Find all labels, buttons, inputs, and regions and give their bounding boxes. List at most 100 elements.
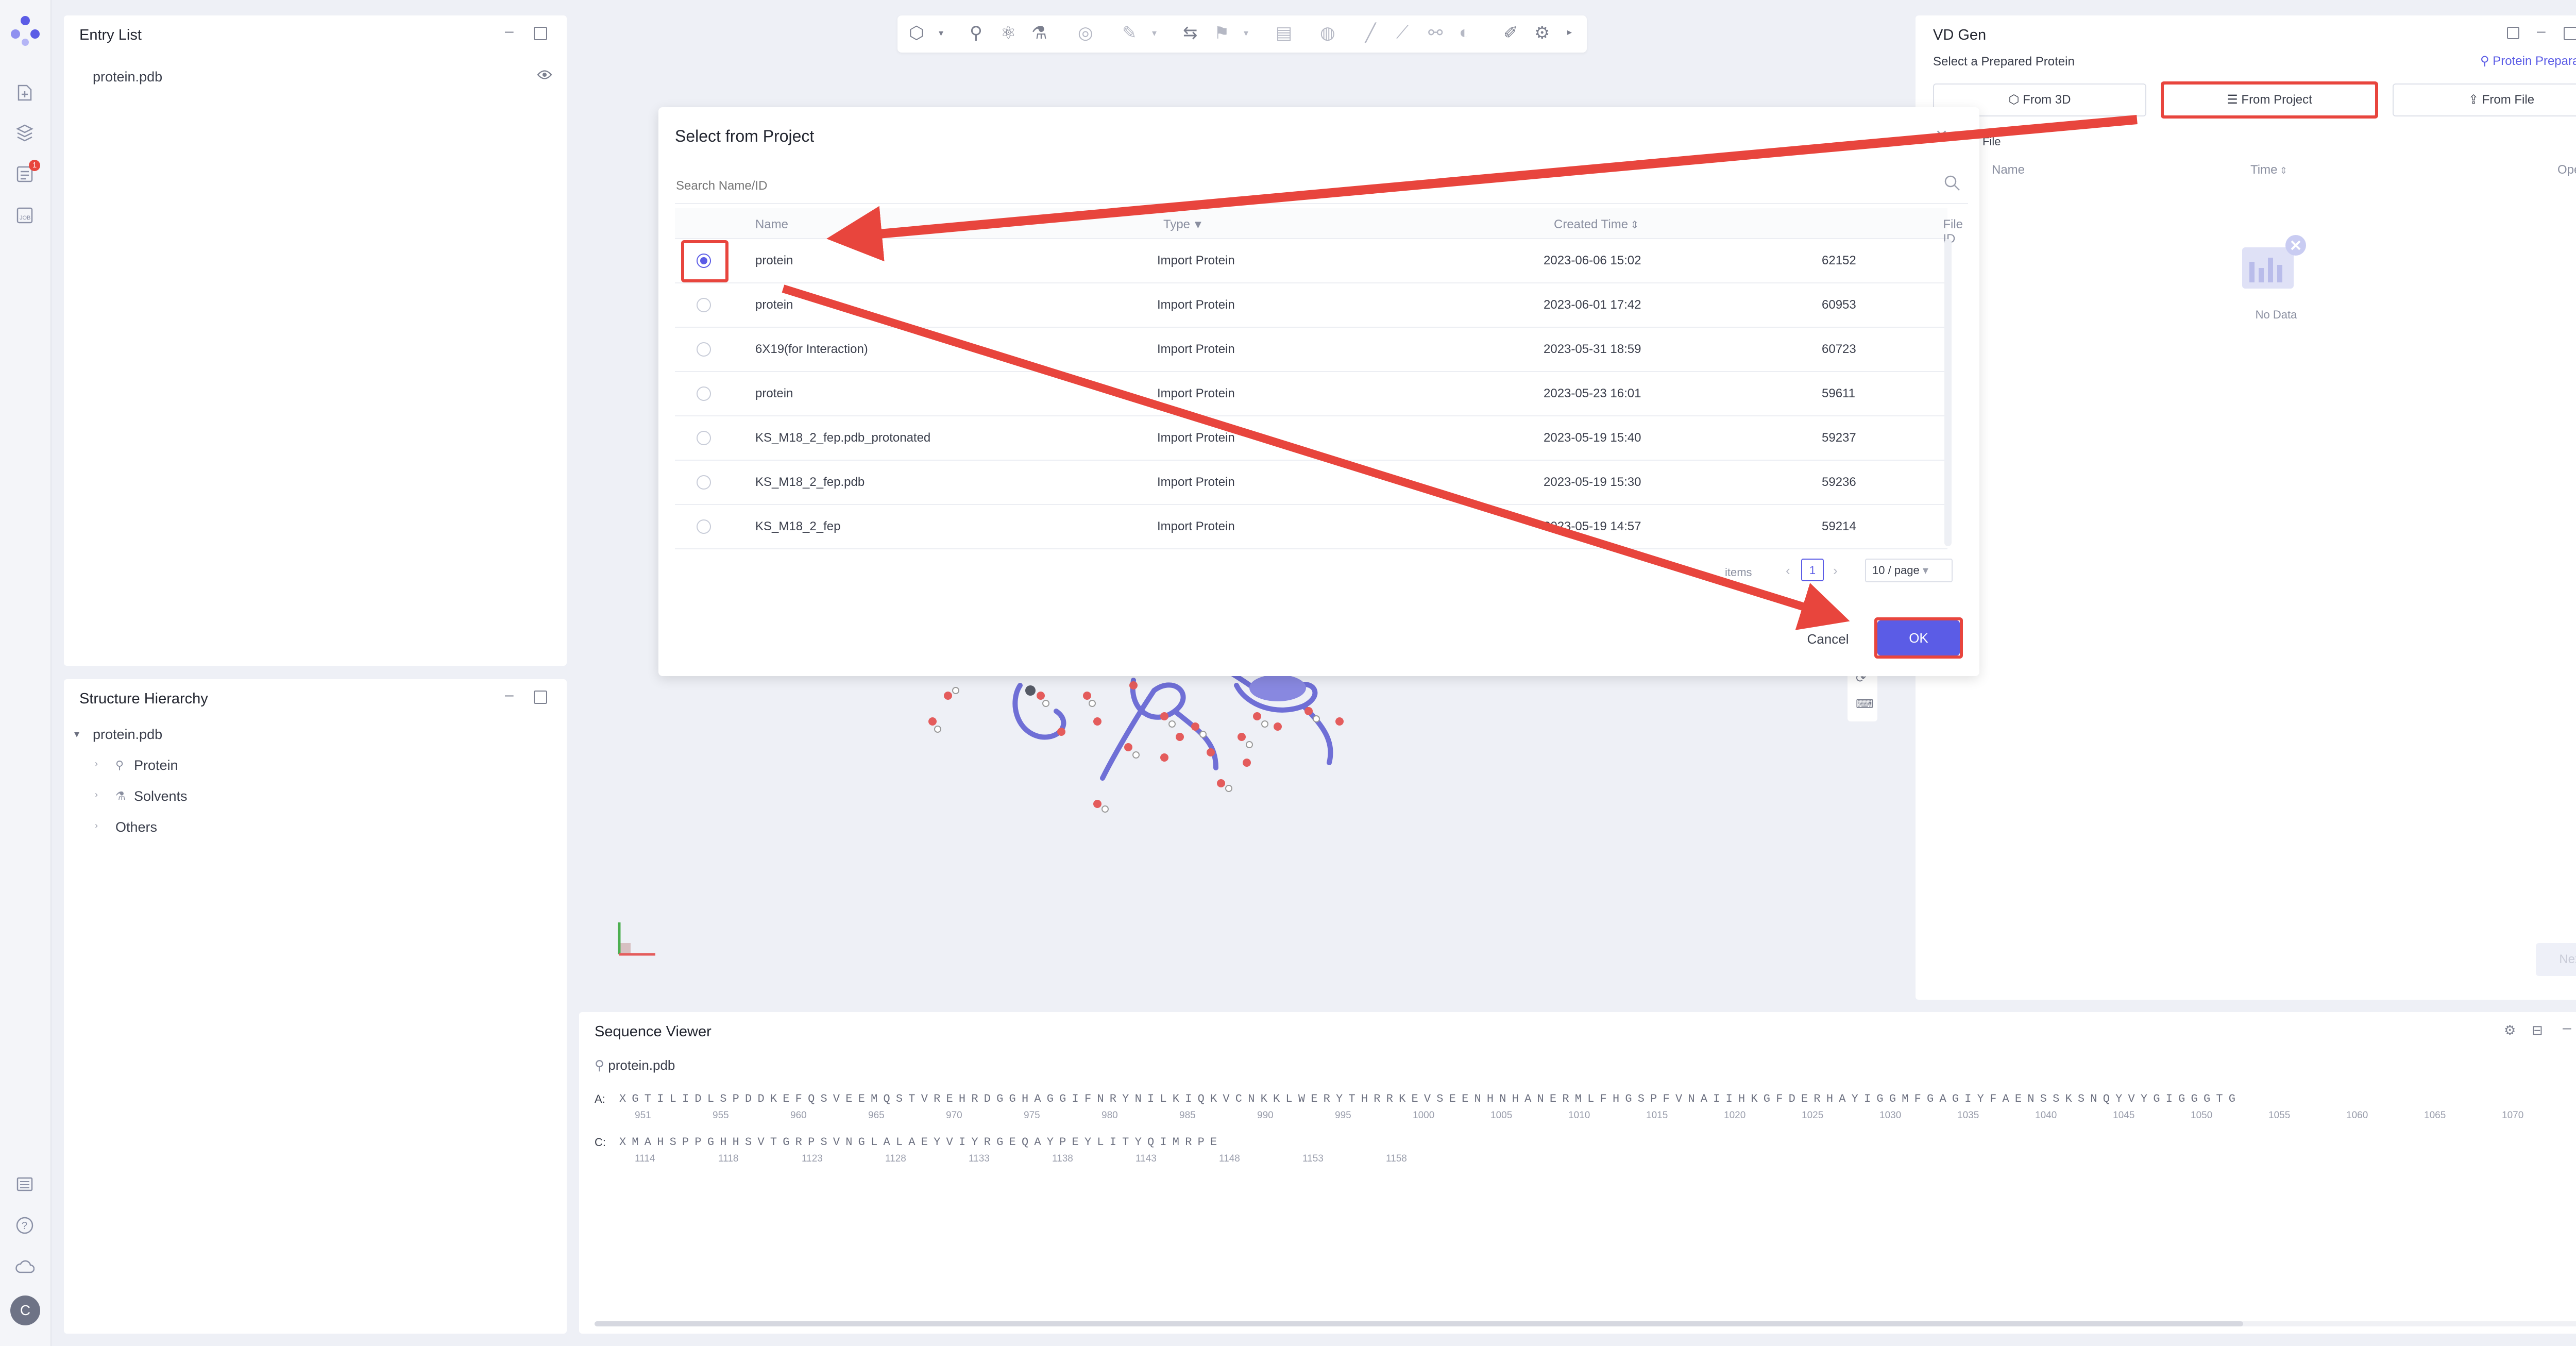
search-input[interactable] (675, 175, 1913, 197)
flask-icon[interactable]: ⚗ (1031, 23, 1047, 43)
chain-c-numbers: 1114 1118 1123 1128 1133 1138 1143 1148 1153 1158 (619, 1153, 1444, 1169)
page-size-select[interactable]: 10 / page ▾ (1865, 559, 1953, 582)
close-icon[interactable]: ✕ (1935, 127, 1948, 145)
flask-icon: ⚗ (115, 789, 126, 802)
chevron-down-icon[interactable]: ▾ (1244, 28, 1248, 39)
column-created-time-label: Created Time (1554, 217, 1629, 231)
cube-icon[interactable]: ⬡ (909, 23, 924, 43)
keyboard-icon[interactable]: ⌨ (1856, 697, 1874, 712)
residue-number: 970 (946, 1110, 962, 1121)
row-radio[interactable] (697, 431, 711, 445)
residue-number: 980 (1101, 1110, 1118, 1121)
cloud-icon[interactable] (11, 1253, 38, 1280)
app-logo[interactable] (8, 13, 42, 47)
table-row[interactable]: protein Import Protein 2023-05-23 16:01 596… (675, 372, 1947, 416)
protein-preparation-link[interactable]: ⚲ Protein Preparation (2480, 54, 2576, 69)
minimize-icon[interactable]: – (2563, 1019, 2571, 1037)
column-created-time[interactable]: Created Time ⇕ (1554, 217, 1639, 232)
table-scrollbar[interactable] (1944, 239, 1952, 546)
axis-gizmo (618, 922, 655, 956)
prev-page-icon[interactable]: ‹ (1786, 563, 1790, 579)
column-type[interactable]: Type ▼ (1163, 217, 1204, 232)
image-icon[interactable]: ▤ (1276, 23, 1292, 43)
edit-icon[interactable]: ✐ (1503, 23, 1518, 43)
new-file-icon[interactable] (11, 79, 38, 106)
page-1-button[interactable]: 1 (1801, 559, 1824, 581)
row-name: KS_M18_2_fep (755, 519, 841, 533)
annotation-box-ok (1874, 617, 1963, 659)
chain-c-sequence[interactable]: X M A H S P P G H H S V T G R P S V N G … (619, 1136, 1217, 1149)
gear-icon[interactable]: ⚙ (1534, 23, 1550, 43)
chevron-down-icon[interactable]: ▾ (939, 28, 943, 39)
column-name: Name (1992, 163, 2025, 177)
column-name: Name (755, 217, 789, 231)
angle-icon[interactable]: ⟋ (1396, 23, 1409, 43)
copy-icon[interactable] (2507, 27, 2519, 39)
sort-icon: ⇕ (1630, 220, 1639, 231)
table-row[interactable]: protein Import Protein 2023-06-01 17:42 609… (675, 283, 1947, 328)
avatar[interactable]: C (10, 1295, 40, 1325)
help-icon[interactable]: ? (11, 1212, 38, 1239)
entry-item[interactable]: protein.pdb (79, 66, 552, 90)
maximize-icon[interactable] (534, 691, 547, 704)
layers-icon[interactable] (11, 120, 38, 146)
tree-item-protein[interactable]: › ⚲ Protein (95, 755, 352, 776)
bookmark-icon[interactable]: ⚑ (1214, 23, 1229, 43)
pen-icon[interactable]: ✎ (1122, 23, 1137, 43)
bond-icon[interactable]: ⚯ (1428, 23, 1443, 43)
vd-gen-subtitle: Select a Prepared Protein (1933, 55, 2075, 69)
chain-a-sequence[interactable]: X G T I L I D L S P D D K E F Q S V E E … (619, 1092, 2576, 1105)
row-radio[interactable] (697, 475, 711, 490)
list-icon[interactable] (11, 1171, 38, 1198)
eye-icon[interactable] (537, 69, 552, 83)
tree-item-others[interactable]: › Others (95, 817, 352, 838)
row-radio[interactable] (697, 386, 711, 401)
column-time[interactable]: Time ⇕ (2250, 163, 2287, 177)
table-row[interactable]: 6X19(for Interaction) Import Protein 2023-… (675, 328, 1947, 372)
minimize-icon[interactable]: – (505, 686, 514, 704)
protein-preparation-label: Protein Preparation (2493, 54, 2576, 68)
row-type: Import Protein (1157, 342, 1235, 356)
shape-icon[interactable]: ◐ (1459, 23, 1470, 43)
chevron-right-icon[interactable]: ▸ (1567, 27, 1572, 38)
scrollbar-thumb[interactable] (595, 1321, 2243, 1326)
link-icon[interactable]: ⚲ (970, 23, 982, 43)
table-row[interactable]: protein Import Protein 2023-06-06 15:02 621… (675, 239, 1947, 283)
ruler-icon[interactable]: ╱ (1365, 23, 1376, 43)
horizontal-scrollbar[interactable] (595, 1321, 2576, 1326)
residue-number: 1055 (2268, 1110, 2291, 1121)
minimize-icon[interactable]: – (2537, 23, 2546, 40)
sort-icon: ⇕ (2279, 165, 2287, 176)
table-row[interactable]: KS_M18_2_fep Import Protein 2023-05-19 14:… (675, 505, 1947, 549)
row-radio[interactable] (697, 342, 711, 357)
search-bar[interactable] (675, 168, 1968, 204)
row-radio[interactable] (697, 298, 711, 312)
residue-number: 1128 (885, 1153, 906, 1164)
row-radio[interactable] (697, 519, 711, 534)
minimize-icon[interactable]: – (505, 23, 514, 40)
jobs-icon[interactable]: JOB (11, 202, 38, 229)
row-type: Import Protein (1157, 519, 1235, 533)
next-page-icon[interactable]: › (1833, 563, 1838, 579)
surface-icon[interactable]: ◍ (1320, 23, 1335, 43)
align-icon[interactable]: ⊟ (2532, 1022, 2543, 1038)
settings-icon[interactable]: ⚙ (2504, 1022, 2516, 1038)
chevron-down-icon[interactable]: ▾ (1152, 28, 1157, 39)
search-icon[interactable] (1943, 174, 1961, 194)
swap-icon[interactable]: ⇆ (1183, 23, 1198, 43)
target-icon[interactable]: ◎ (1078, 23, 1093, 43)
tree-item-label: Solvents (134, 788, 188, 804)
table-row[interactable]: KS_M18_2_fep.pdb Import Protein 2023-05-19… (675, 461, 1947, 505)
maximize-icon[interactable] (534, 27, 547, 40)
tree-root[interactable]: ▾ protein.pdb (74, 725, 383, 745)
filter-icon: ▼ (1192, 218, 1204, 231)
molecule-icon[interactable]: ⚛ (1001, 23, 1016, 43)
table-row[interactable]: KS_M18_2_fep.pdb_protonated Import Protei… (675, 416, 1947, 461)
maximize-icon[interactable] (2564, 27, 2576, 40)
residue-number: 1030 (1879, 1110, 1902, 1121)
tab-from-file[interactable]: ⇪ From File (2393, 83, 2576, 116)
cancel-button[interactable]: Cancel (1798, 622, 1858, 655)
tree-item-solvents[interactable]: › ⚗ Solvents (95, 786, 352, 807)
next-button[interactable]: Next (2536, 943, 2576, 976)
caret-down-icon: ▾ (74, 729, 80, 740)
